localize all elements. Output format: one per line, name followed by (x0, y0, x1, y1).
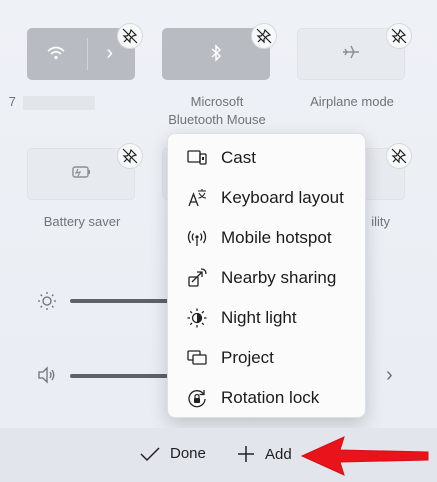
unpin-bluetooth-button[interactable] (251, 23, 277, 49)
keyboard-layout-icon (185, 186, 209, 210)
cast-icon (185, 146, 209, 170)
done-button[interactable]: Done (140, 445, 206, 462)
audio-output-chevron-icon[interactable]: › (386, 364, 393, 387)
chevron-right-icon[interactable]: › (106, 42, 113, 65)
menu-item-keyboard-layout[interactable]: Keyboard layout (168, 178, 365, 218)
unpin-accessibility-button[interactable] (386, 143, 412, 169)
bluetooth-label: Microsoft Bluetooth Mouse (168, 94, 266, 127)
menu-item-label: Night light (221, 308, 297, 327)
brightness-icon (37, 291, 57, 316)
bluetooth-icon (210, 44, 222, 67)
airplane-icon (341, 43, 361, 66)
checkmark-icon (140, 446, 160, 461)
red-arrow-annotation (300, 436, 429, 476)
rotation-lock-icon (185, 386, 209, 410)
volume-icon (37, 366, 57, 389)
nearby-sharing-icon (185, 266, 209, 290)
unpin-icon (391, 148, 407, 164)
unpin-airplane-button[interactable] (386, 23, 412, 49)
add-label: Add (265, 445, 292, 463)
battery-saver-label: Battery saver (43, 214, 121, 229)
battery-saver-icon (70, 165, 92, 184)
menu-item-label: Cast (221, 148, 256, 167)
wifi-label: 7 (0, 93, 112, 111)
brightness-slider[interactable] (70, 299, 170, 303)
menu-item-cast[interactable]: Cast (168, 138, 365, 178)
unpin-icon (122, 148, 138, 164)
menu-item-night-light[interactable]: Night light (168, 298, 365, 338)
menu-item-mobile-hotspot[interactable]: Mobile hotspot (168, 218, 365, 258)
unpin-icon (391, 28, 407, 44)
volume-slider[interactable] (70, 374, 170, 378)
menu-item-label: Nearby sharing (221, 268, 337, 287)
tile-divider (87, 38, 88, 70)
airplane-label: Airplane mode (310, 94, 394, 109)
menu-item-nearby-sharing[interactable]: Nearby sharing (168, 258, 365, 298)
mobile-hotspot-icon (185, 226, 209, 250)
add-tile-menu: Cast Keyboard layout Mobile hotspot Near… (167, 133, 366, 418)
menu-item-rotation-lock[interactable]: Rotation lock (168, 378, 365, 418)
wifi-icon (47, 45, 65, 66)
menu-item-project[interactable]: Project (168, 338, 365, 378)
plus-icon (238, 446, 254, 462)
unpin-icon (122, 28, 138, 44)
unpin-icon (256, 28, 272, 44)
done-label: Done (170, 445, 206, 462)
menu-item-label: Rotation lock (221, 388, 320, 407)
menu-item-label: Keyboard layout (221, 188, 344, 207)
unpin-wifi-button[interactable] (117, 23, 143, 49)
unpin-battery-saver-button[interactable] (117, 143, 143, 169)
night-light-icon (185, 306, 209, 330)
project-icon (185, 346, 209, 370)
menu-item-label: Mobile hotspot (221, 228, 332, 247)
menu-item-label: Project (221, 348, 274, 367)
redacted-network-name (23, 95, 96, 110)
add-button[interactable]: Add (237, 445, 292, 463)
